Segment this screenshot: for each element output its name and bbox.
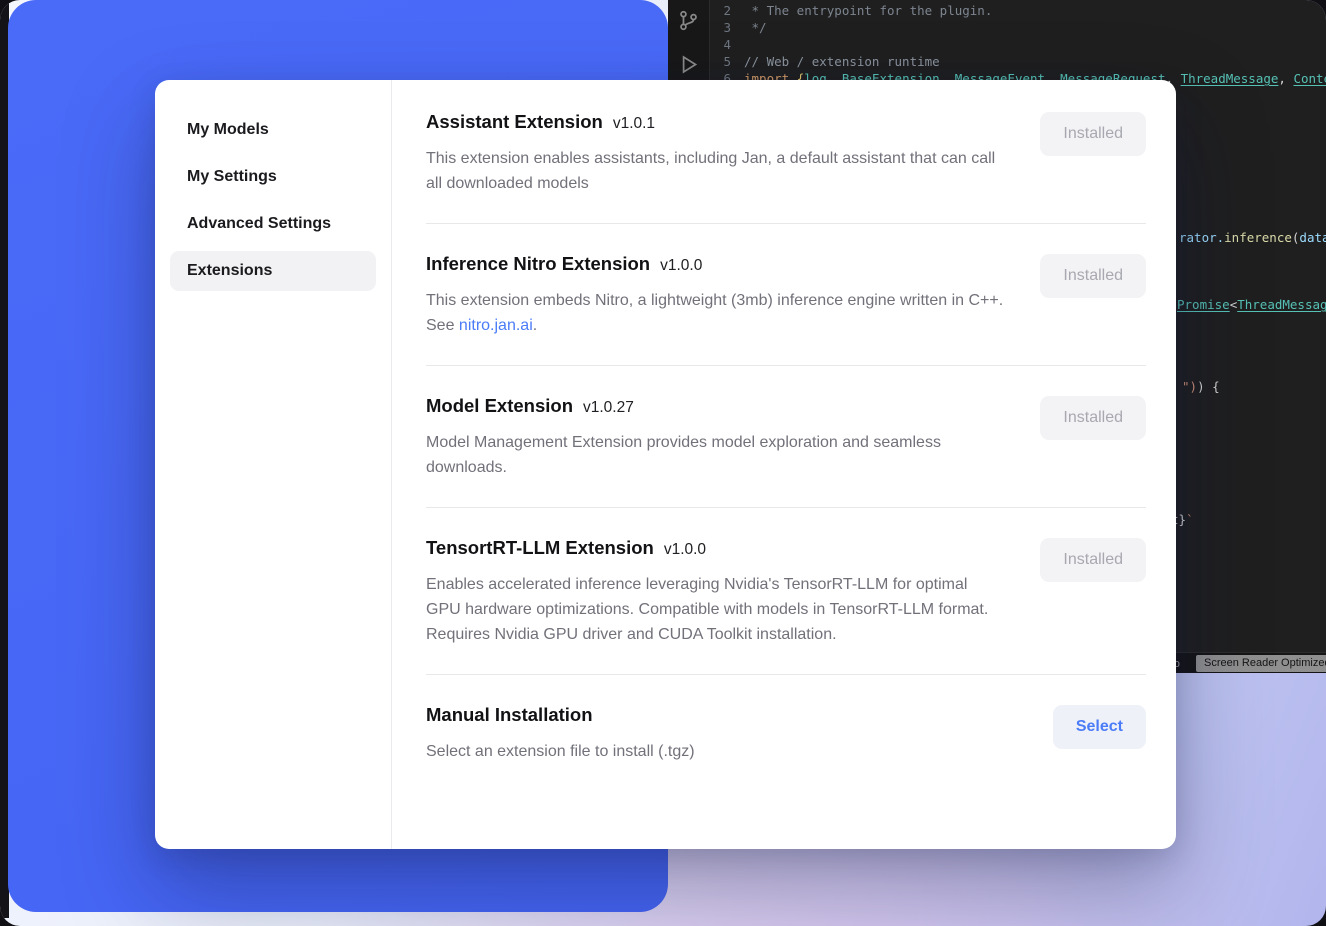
extension-version: v1.0.0 [660, 257, 702, 275]
assistant-installed-button[interactable]: Installed [1040, 112, 1146, 156]
settings-sidebar: My Models My Settings Advanced Settings … [155, 80, 392, 849]
extension-row-manual-install: Manual Installation Select an extension … [426, 675, 1146, 791]
line-number: 5 [710, 53, 744, 70]
editor-line: 5// Web / extension runtime [710, 53, 1326, 70]
sidebar-item-my-models[interactable]: My Models [170, 110, 376, 150]
extension-description: Select an extension file to install (.tg… [426, 739, 695, 764]
extension-row-assistant: Assistant Extension v1.0.1 This extensio… [426, 82, 1146, 224]
settings-modal: My Models My Settings Advanced Settings … [155, 80, 1176, 849]
extension-version: v1.0.0 [664, 541, 706, 559]
screen-reader-badge: Screen Reader Optimized [1196, 655, 1326, 672]
nitro-link[interactable]: nitro.jan.ai [459, 317, 533, 334]
sidebar-item-extensions[interactable]: Extensions [170, 251, 376, 291]
sidebar-item-my-settings[interactable]: My Settings [170, 157, 376, 197]
tensorrt-installed-button[interactable]: Installed [1040, 538, 1146, 582]
editor-line: 3 */ [710, 19, 1326, 36]
line-number: 4 [710, 36, 744, 53]
editor-line: 2 * The entrypoint for the plugin. [710, 2, 1326, 19]
extension-description: Model Management Extension provides mode… [426, 430, 1004, 480]
code-fragment: rator.inference(data)); [1179, 229, 1326, 246]
extension-row-nitro: Inference Nitro Extension v1.0.0 This ex… [426, 224, 1146, 366]
run-debug-icon [677, 53, 700, 81]
extension-row-model: Model Extension v1.0.27 Model Management… [426, 366, 1146, 508]
extension-version: v1.0.27 [583, 399, 634, 417]
line-number: 3 [710, 19, 744, 36]
line-number: 2 [710, 2, 744, 19]
manual-install-select-button[interactable]: Select [1053, 705, 1146, 749]
model-installed-button[interactable]: Installed [1040, 396, 1146, 440]
extension-row-tensorrt: TensortRT-LLM Extension v1.0.0 Enables a… [426, 508, 1146, 675]
extension-title: Inference Nitro Extension [426, 253, 650, 275]
extension-title: Assistant Extension [426, 111, 603, 133]
sidebar-item-advanced-settings[interactable]: Advanced Settings [170, 204, 376, 244]
extension-title: TensortRT-LLM Extension [426, 537, 654, 559]
editor-line: 4 [710, 36, 1326, 53]
extension-description: This extension embeds Nitro, a lightweig… [426, 288, 1004, 338]
extension-description: This extension enables assistants, inclu… [426, 146, 1004, 196]
extensions-list: Assistant Extension v1.0.1 This extensio… [392, 80, 1176, 849]
source-control-icon [677, 9, 700, 37]
extension-version: v1.0.1 [613, 115, 655, 133]
nitro-installed-button[interactable]: Installed [1040, 254, 1146, 298]
extension-description: Enables accelerated inference leveraging… [426, 572, 1004, 647]
extension-title: Model Extension [426, 395, 573, 417]
screen: 2 * The entrypoint for the plugin. 3 */ … [0, 0, 1326, 926]
code-fragment: Promise<ThreadMessage> [1177, 296, 1326, 313]
extension-title: Manual Installation [426, 704, 593, 726]
code-fragment: ")) { [1182, 378, 1220, 395]
